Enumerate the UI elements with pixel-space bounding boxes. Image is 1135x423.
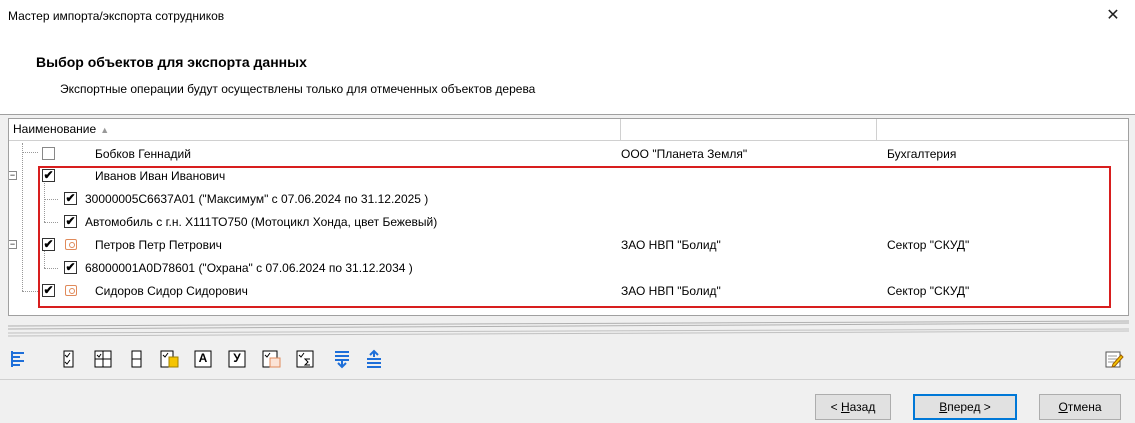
row-name: Бобков Геннадий (95, 147, 191, 161)
row-name: 68000001A0D78601 ("Охрана" с 07.06.2024 … (85, 261, 413, 275)
objects-tree[interactable]: Наименование ▲ Бобков Геннадий ООО "Плане… (8, 118, 1129, 316)
row-checkbox[interactable] (42, 147, 55, 160)
row-name: Петров Петр Петрович (95, 238, 222, 252)
edit-icon[interactable] (1103, 348, 1125, 370)
tree-row[interactable]: Бобков Геннадий ООО "Планета Земля" Бухг… (9, 143, 1128, 166)
move-up-icon[interactable] (364, 348, 386, 370)
row-checkbox[interactable]: ✔ (64, 261, 77, 274)
next-button[interactable]: Вперед > (913, 394, 1017, 420)
letter-u-button[interactable]: У (226, 348, 248, 370)
cancel-button[interactable]: Отмена (1039, 394, 1121, 420)
row-department: Сектор "СКУД" (887, 284, 970, 298)
header-divider (0, 114, 1135, 115)
check-grid-icon[interactable] (92, 348, 114, 370)
row-checkbox[interactable]: ✔ (64, 215, 77, 228)
row-checkbox[interactable]: ✔ (42, 238, 55, 251)
tree-row[interactable]: ✔ Автомобиль с г.н. Х111ТО750 (Мотоцикл … (9, 211, 1128, 234)
sort-asc-icon: ▲ (100, 125, 110, 135)
row-organization: ЗАО НВП "Болид" (621, 238, 721, 252)
page-subtitle: Экспортные операции будут осуществлены т… (60, 82, 536, 96)
row-checkbox[interactable]: ✔ (64, 192, 77, 205)
row-name: 30000005C6637A01 ("Максимум" с 07.06.202… (85, 192, 429, 206)
page-title: Выбор объектов для экспорта данных (36, 54, 307, 70)
tree-row[interactable]: ✔ 30000005C6637A01 ("Максимум" с 07.06.2… (9, 188, 1128, 211)
panel-splitter[interactable] (7, 320, 1130, 342)
row-name: Сидоров Сидор Сидорович (95, 284, 248, 298)
row-organization: ЗАО НВП "Болид" (621, 284, 721, 298)
letter-a-button[interactable]: А (192, 348, 214, 370)
footer-divider (0, 379, 1135, 380)
row-name: Автомобиль с г.н. Х111ТО750 (Мотоцикл Хо… (85, 215, 438, 229)
row-checkbox[interactable]: ✔ (42, 169, 55, 182)
column-header-organization[interactable] (621, 119, 877, 141)
collapse-icon[interactable]: − (9, 171, 17, 180)
row-department: Сектор "СКУД" (887, 238, 970, 252)
tree-row[interactable]: − ✔ Иванов Иван Иванович (9, 165, 1128, 188)
check-sum-icon[interactable] (294, 348, 316, 370)
column-header-department[interactable] (877, 119, 1128, 141)
wizard-header: Выбор объектов для экспорта данных Экспо… (0, 32, 1135, 114)
collapse-icon[interactable]: − (9, 240, 17, 249)
person-icon (65, 239, 77, 250)
title-bar: Мастер импорта/экспорта сотрудников ✕ (0, 0, 1135, 32)
back-button[interactable]: < Назад (815, 394, 891, 420)
uncheck-all-icon[interactable] (126, 348, 148, 370)
tree-view-icon[interactable] (8, 348, 30, 370)
row-organization: ООО "Планета Земля" (621, 147, 748, 161)
close-button[interactable]: ✕ (1099, 4, 1127, 28)
check-all-icon[interactable] (58, 348, 80, 370)
tree-row[interactable]: − ✔ Петров Петр Петрович ЗАО НВП "Болид"… (9, 234, 1128, 257)
tree-row[interactable]: ✔ 68000001A0D78601 ("Охрана" с 07.06.202… (9, 257, 1128, 280)
check-person-icon[interactable] (260, 348, 282, 370)
column-header-label: Наименование (13, 122, 97, 136)
person-icon (65, 285, 77, 296)
tree-row[interactable]: ✔ Сидоров Сидор Сидорович ЗАО НВП "Болид… (9, 280, 1128, 303)
row-name: Иванов Иван Иванович (95, 169, 226, 183)
tree-toolbar: А У (8, 342, 1129, 378)
window-title: Мастер импорта/экспорта сотрудников (8, 9, 225, 23)
row-checkbox[interactable]: ✔ (42, 284, 55, 297)
row-department: Бухгалтерия (887, 147, 957, 161)
check-folder-icon[interactable] (158, 348, 180, 370)
move-down-icon[interactable] (332, 348, 354, 370)
column-header-name[interactable]: Наименование ▲ (9, 119, 621, 141)
